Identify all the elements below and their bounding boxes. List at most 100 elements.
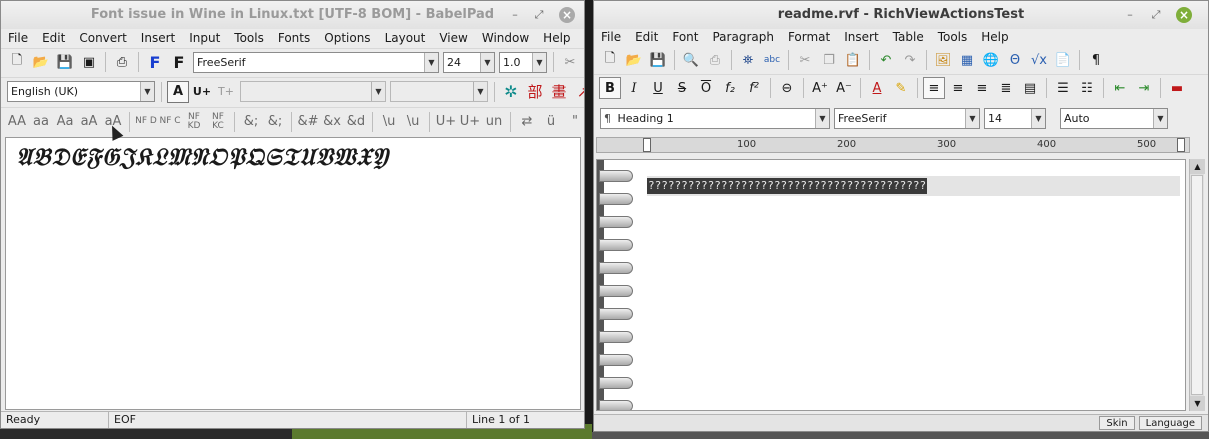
- superscript-icon[interactable]: f²: [743, 77, 765, 99]
- bold-icon[interactable]: B: [599, 77, 621, 99]
- menu-insert[interactable]: Insert: [134, 29, 182, 47]
- from-uplus-icon[interactable]: U+: [459, 111, 481, 133]
- chevron-down-icon[interactable]: ▼: [815, 108, 829, 128]
- richview-window[interactable]: readme.rvf - RichViewActionsTest – ⤢ × F…: [593, 0, 1209, 432]
- insert-picture-icon[interactable]: 🖼: [932, 49, 954, 71]
- nfkc-icon[interactable]: NF KC: [207, 111, 229, 133]
- gear-icon[interactable]: ✲: [500, 81, 522, 103]
- unicode-input-button[interactable]: U+: [191, 81, 213, 103]
- decrease-indent-icon[interactable]: ⇤: [1109, 77, 1131, 99]
- new-file-icon[interactable]: 🗋: [6, 51, 28, 73]
- chevron-down-icon[interactable]: ▼: [473, 82, 487, 101]
- menu-insert[interactable]: Insert: [837, 28, 885, 46]
- scrollbar-thumb[interactable]: [1191, 175, 1203, 395]
- text-input-button[interactable]: T+: [215, 81, 237, 103]
- font-size-select[interactable]: 14 ▼: [984, 107, 1046, 129]
- menu-help[interactable]: Help: [536, 29, 577, 47]
- menu-table[interactable]: Table: [886, 28, 931, 46]
- save-icon[interactable]: 💾: [54, 51, 76, 73]
- scroll-down-icon[interactable]: ▼: [1190, 396, 1205, 411]
- arrow-icon[interactable]: ↗: [572, 81, 584, 103]
- unicode-name-icon[interactable]: un: [483, 111, 505, 133]
- language-select[interactable]: English (UK) ▼: [7, 81, 155, 102]
- nfkd-icon[interactable]: NF KD: [183, 111, 205, 133]
- titlecase-icon[interactable]: Aa: [54, 111, 76, 133]
- chevron-down-icon[interactable]: ▼: [1153, 108, 1167, 128]
- strokes-icon[interactable]: 畫: [548, 81, 570, 103]
- copy-icon[interactable]: ❐: [818, 49, 840, 71]
- chevron-down-icon[interactable]: ▼: [1031, 108, 1045, 128]
- symbol-icon[interactable]: Θ: [1004, 49, 1026, 71]
- save-all-icon[interactable]: ▣: [78, 51, 100, 73]
- style-select[interactable]: ¶ Heading 1 ▼: [600, 107, 830, 129]
- ruler[interactable]: 100 200 300 400 500: [596, 137, 1190, 153]
- insert-table-icon[interactable]: ▦: [956, 49, 978, 71]
- charset-select[interactable]: Auto ▼: [1060, 107, 1168, 129]
- font-blue-icon[interactable]: F: [144, 51, 166, 73]
- minimize-icon[interactable]: –: [507, 7, 523, 23]
- document-text[interactable]: ????????????????????????????????????????…: [647, 178, 928, 194]
- align-justify-icon[interactable]: ≣: [995, 77, 1017, 99]
- save-icon[interactable]: 💾: [647, 49, 669, 71]
- entity-icon[interactable]: &;: [240, 111, 262, 133]
- babelpad-titlebar[interactable]: Font issue in Wine in Linux.txt [UTF-8 B…: [1, 1, 584, 29]
- hidden-text-icon[interactable]: ⊖: [776, 77, 798, 99]
- cut-icon[interactable]: ✂: [794, 49, 816, 71]
- maximize-icon[interactable]: ⤢: [1148, 7, 1164, 23]
- close-icon[interactable]: ×: [559, 7, 575, 23]
- align-center-icon[interactable]: ≡: [947, 77, 969, 99]
- quote-icon[interactable]: ": [564, 111, 584, 133]
- chevron-down-icon[interactable]: ▼: [965, 108, 979, 128]
- right-margin-marker-icon[interactable]: [1177, 138, 1185, 152]
- font-color-icon[interactable]: A: [866, 77, 888, 99]
- insert-file-icon[interactable]: 📄: [1052, 49, 1074, 71]
- document-text[interactable]: 𝔄𝔅𝔇𝔈𝔉𝔊𝔍𝔎𝔏𝔐𝔑𝔒𝔓𝔔𝔖𝔗𝔘𝔙𝔚𝔛𝔜: [16, 142, 389, 171]
- shrink-font-icon[interactable]: A⁻: [833, 77, 855, 99]
- paste-icon[interactable]: 📋: [842, 49, 864, 71]
- menu-font[interactable]: Font: [665, 28, 705, 46]
- menu-layout[interactable]: Layout: [378, 29, 433, 47]
- menu-edit[interactable]: Edit: [35, 29, 72, 47]
- subscript-icon[interactable]: f₂: [719, 77, 741, 99]
- font-name-select[interactable]: FreeSerif ▼: [193, 51, 439, 73]
- new-file-icon[interactable]: 🗋: [599, 49, 621, 71]
- indent-marker-icon[interactable]: [643, 138, 651, 152]
- swap-icon[interactable]: ⇄: [516, 111, 538, 133]
- ime-select[interactable]: ▼: [390, 81, 488, 102]
- highlight-icon[interactable]: ✎: [890, 77, 912, 99]
- chevron-down-icon[interactable]: ▼: [424, 52, 438, 72]
- overline-icon[interactable]: O: [695, 77, 717, 99]
- find-icon[interactable]: ⛯: [737, 49, 759, 71]
- align-left-icon[interactable]: ≡: [923, 77, 945, 99]
- richview-titlebar[interactable]: readme.rvf - RichViewActionsTest – ⤢ ×: [594, 1, 1208, 29]
- to-uplus-icon[interactable]: U+: [435, 111, 457, 133]
- close-icon[interactable]: ×: [1176, 7, 1192, 23]
- vertical-scrollbar[interactable]: ▲ ▼: [1189, 159, 1205, 411]
- underline-icon[interactable]: U: [647, 77, 669, 99]
- bullets-icon[interactable]: ☰: [1052, 77, 1074, 99]
- print-preview-icon[interactable]: 🔍: [680, 49, 702, 71]
- strikethrough-icon[interactable]: S: [671, 77, 693, 99]
- radical-icon[interactable]: 部: [524, 81, 546, 103]
- editor-area[interactable]: ????????????????????????????????????????…: [596, 159, 1186, 411]
- entity-reverse-icon[interactable]: &;: [264, 111, 286, 133]
- copy-icon[interactable]: ❐: [583, 51, 584, 73]
- escape-icon[interactable]: \u: [378, 111, 400, 133]
- font-name-select[interactable]: FreeSerif ▼: [834, 107, 980, 129]
- italic-icon[interactable]: I: [623, 77, 645, 99]
- lowercase-icon[interactable]: aa: [30, 111, 52, 133]
- nfc-icon[interactable]: NF C: [159, 111, 181, 133]
- print-icon[interactable]: ⎙: [111, 51, 133, 73]
- cut-icon[interactable]: ✂: [559, 51, 581, 73]
- keyboard-select[interactable]: ▼: [240, 81, 386, 102]
- utf8-icon[interactable]: ü: [540, 111, 562, 133]
- spellcheck-icon[interactable]: abc: [761, 49, 783, 71]
- numbering-icon[interactable]: ☷: [1076, 77, 1098, 99]
- undo-icon[interactable]: ↶: [875, 49, 897, 71]
- maximize-icon[interactable]: ⤢: [531, 7, 547, 23]
- chevron-down-icon[interactable]: ▼: [371, 82, 385, 101]
- font-style-icon[interactable]: A: [167, 80, 189, 103]
- dec-ncr-icon[interactable]: &d: [345, 111, 367, 133]
- equation-icon[interactable]: √x: [1028, 49, 1050, 71]
- menu-fonts[interactable]: Fonts: [271, 29, 317, 47]
